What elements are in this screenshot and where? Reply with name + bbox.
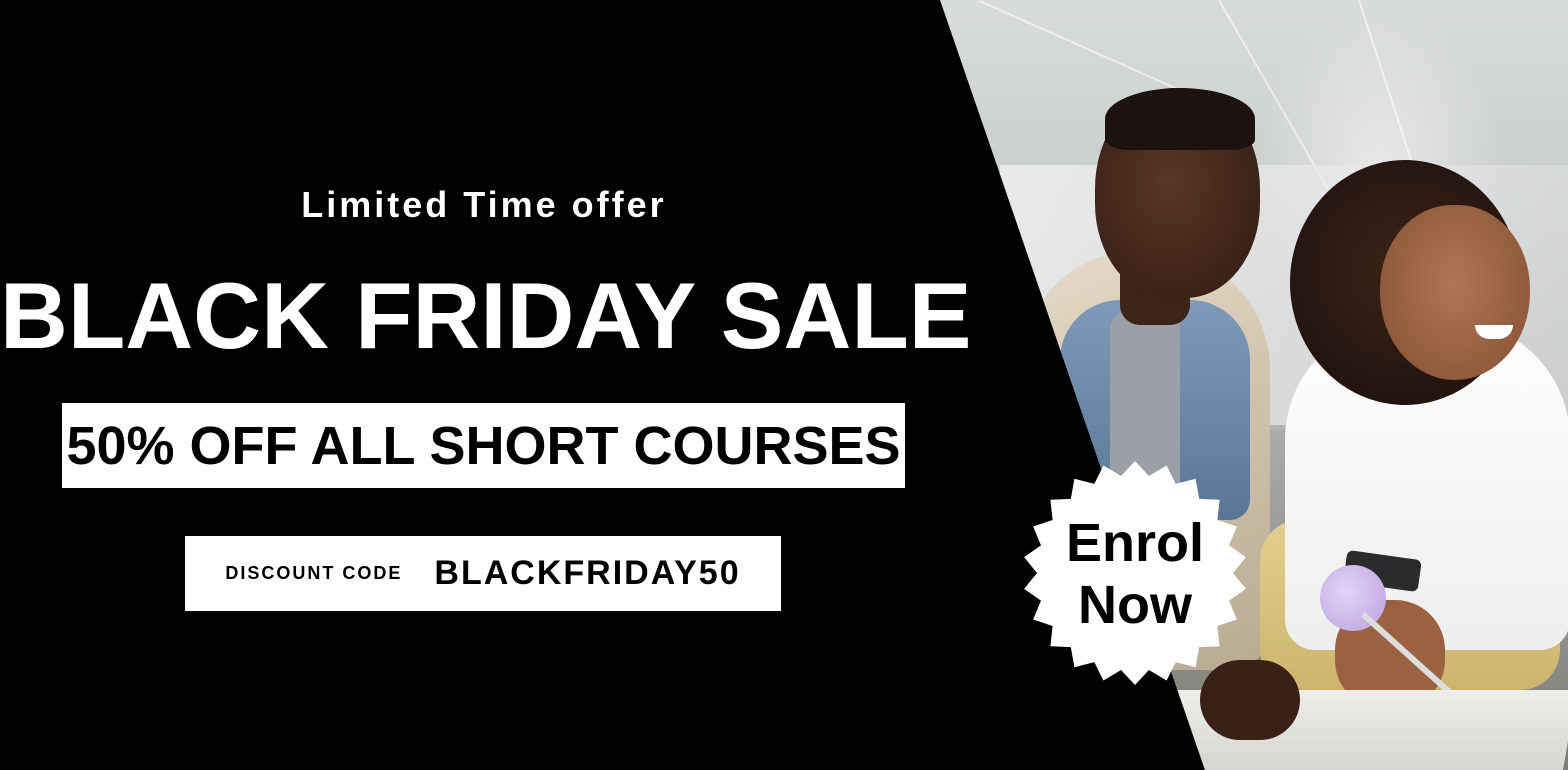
enrol-label-line1: Enrol [1065, 513, 1204, 573]
discount-code-label: DISCOUNT CODE [225, 563, 403, 583]
enrol-label-line2: Now [1078, 575, 1192, 635]
promo-banner: Limited Time offer BLACK FRIDAY SALE 50%… [0, 0, 1568, 770]
enrol-now-button[interactable]: Enrol Now [1022, 460, 1248, 686]
discount-code-value: BLACKFRIDAY50 [434, 554, 741, 592]
woman-face [1380, 205, 1530, 380]
tagline: Limited Time offer [301, 184, 667, 225]
ceiling-line [1358, 0, 1419, 182]
enrol-now-label: Enrol Now [1022, 512, 1248, 636]
discount-code-box: DISCOUNT CODE BLACKFRIDAY50 [185, 536, 781, 611]
offer-box: 50% OFF ALL SHORT COURSES [62, 403, 905, 488]
man-hair [1105, 88, 1255, 150]
offer-text: 50% OFF ALL SHORT COURSES [66, 415, 901, 476]
sale-title: BLACK FRIDAY SALE [0, 263, 972, 368]
